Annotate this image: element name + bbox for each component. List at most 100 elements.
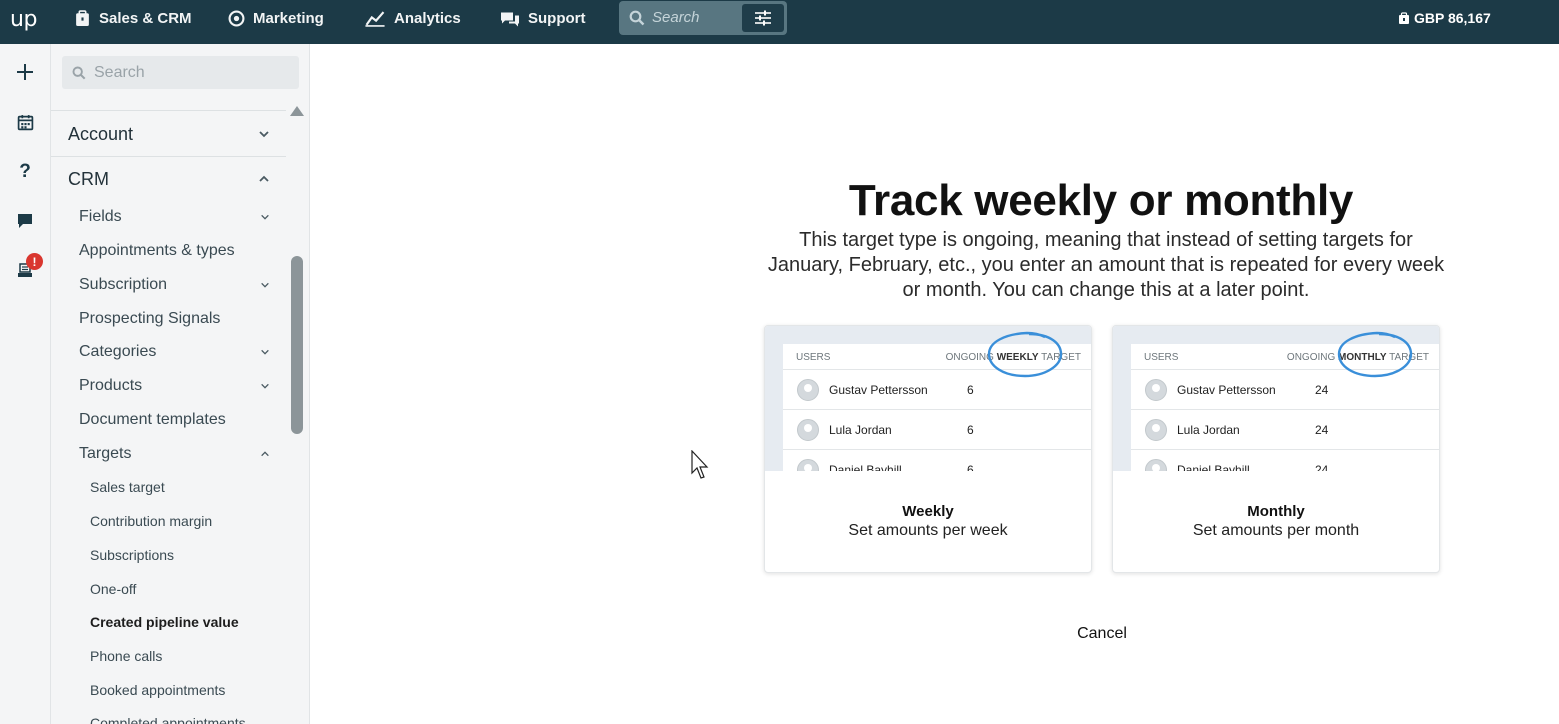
sidebar-item-document-templates[interactable]: Document templates <box>79 410 270 430</box>
target-icon <box>228 10 245 26</box>
card-subtitle: Set amounts per month <box>1192 522 1360 539</box>
target-value: 24 <box>1315 383 1329 397</box>
app-logo[interactable]: up <box>10 7 37 32</box>
table-row: Lula Jordan 6 <box>783 410 1091 450</box>
calendar-button[interactable] <box>13 110 37 134</box>
table-row: Lula Jordan 24 <box>1131 410 1439 450</box>
sidebar-item-completed-appointments[interactable]: Completed appointments <box>90 714 270 724</box>
line-chart-icon <box>365 10 385 27</box>
monthly-preview: USERS ONGOING MONTHLY TARGET Gustav Pett… <box>1113 326 1439 471</box>
sidebar-item-subscriptions[interactable]: Subscriptions <box>90 546 270 564</box>
sidebar-item-appointments-types[interactable]: Appointments & types <box>79 241 270 261</box>
avatar <box>1145 379 1167 401</box>
target-value: 6 <box>967 383 974 397</box>
sidebar-item-products[interactable]: Products <box>79 376 270 396</box>
sidebar-item-prospecting-signals[interactable]: Prospecting Signals <box>79 309 270 329</box>
create-new-button[interactable] <box>13 60 37 84</box>
sidebar-item-one-off[interactable]: One-off <box>90 580 270 598</box>
search-filter-button[interactable] <box>742 4 784 32</box>
help-button[interactable]: ? <box>13 160 37 184</box>
col-users: USERS <box>1144 352 1179 363</box>
sidebar-item-label: Sales target <box>90 479 165 495</box>
sidebar-item-crm[interactable]: CRM <box>68 168 270 190</box>
chevron-up-icon <box>261 451 269 457</box>
sidebar-item-phone-calls[interactable]: Phone calls <box>90 647 270 665</box>
sidebar-search[interactable] <box>62 56 299 89</box>
page-title: Track weekly or monthly <box>848 176 1354 225</box>
sidebar-item-label: Fields <box>79 208 122 225</box>
avatar <box>1145 459 1167 471</box>
account-balance-value: GBP 86,167 <box>1414 10 1491 26</box>
weekly-preview: USERS ONGOING WEEKLY TARGET Gustav Pette… <box>765 326 1091 471</box>
plus-icon <box>17 64 33 80</box>
table-row: Daniel Bayhill 6 <box>783 450 1091 471</box>
briefcase-icon <box>76 9 89 26</box>
chevron-down-icon <box>259 131 269 138</box>
alert-badge: ! <box>26 253 43 270</box>
nav-marketing[interactable]: Marketing <box>228 0 324 36</box>
chat-button[interactable] <box>13 209 37 233</box>
avatar <box>1145 419 1167 441</box>
sidebar-item-label: Booked appointments <box>90 682 226 698</box>
sidebar-item-subscription[interactable]: Subscription <box>79 275 270 295</box>
user-name: Daniel Bayhill <box>829 463 902 471</box>
sidebar-item-account[interactable]: Account <box>68 123 270 145</box>
monthly-option-card[interactable]: USERS ONGOING MONTHLY TARGET Gustav Pett… <box>1112 325 1440 573</box>
user-name: Lula Jordan <box>829 423 892 437</box>
card-title: Monthly <box>1247 503 1305 520</box>
nav-analytics-label: Analytics <box>394 9 461 27</box>
sidebar-item-created-pipeline-value[interactable]: Created pipeline value <box>90 613 270 631</box>
table-row: Daniel Bayhill 24 <box>1131 450 1439 471</box>
sidebar-item-label: Appointments & types <box>79 242 235 259</box>
weekly-option-card[interactable]: USERS ONGOING WEEKLY TARGET Gustav Pette… <box>764 325 1092 573</box>
wallet-icon <box>1399 11 1409 24</box>
nav-analytics[interactable]: Analytics <box>364 0 461 36</box>
search-icon <box>72 66 86 80</box>
chat-icon <box>18 214 32 228</box>
sidebar-item-sales-target[interactable]: Sales target <box>90 478 270 496</box>
user-name: Gustav Pettersson <box>829 383 928 397</box>
global-search[interactable]: Search <box>619 1 787 35</box>
sidebar-item-contribution-margin[interactable]: Contribution margin <box>90 512 270 530</box>
sidebar-item-label: Contribution margin <box>90 513 213 529</box>
sidebar-item-label: Prospecting Signals <box>79 310 221 327</box>
main-content: Track weekly or monthly This target type… <box>310 44 1559 724</box>
sidebar-item-fields[interactable]: Fields <box>79 207 270 227</box>
quick-actions-rail: ? ! <box>0 44 51 724</box>
sidebar-item-label: CRM <box>68 168 109 189</box>
sidebar-scrollbar-thumb[interactable] <box>291 256 303 434</box>
chevron-up-icon <box>259 175 269 182</box>
sliders-icon <box>755 10 771 26</box>
card-title: Weekly <box>902 503 954 520</box>
card-subtitle: Set amounts per week <box>848 522 1008 539</box>
sidebar-item-categories[interactable]: Categories <box>79 342 270 362</box>
help-icon: ? <box>19 161 31 182</box>
nav-sales-crm[interactable]: Sales & CRM <box>74 0 192 36</box>
col-users: USERS <box>796 352 831 363</box>
cancel-button[interactable]: Cancel <box>1052 625 1152 643</box>
highlight-circle <box>1337 331 1413 378</box>
sidebar-item-label: Completed appointments <box>90 715 246 724</box>
chat-bubbles-icon <box>501 12 519 26</box>
nav-marketing-label: Marketing <box>253 9 324 27</box>
sidebar-item-label: One-off <box>90 581 137 597</box>
target-value: 6 <box>967 463 974 471</box>
sidebar-item-label: Subscriptions <box>90 547 175 563</box>
avatar <box>797 459 819 471</box>
avatar <box>797 379 819 401</box>
sidebar-item-booked-appointments[interactable]: Booked appointments <box>90 681 270 699</box>
col-target-prefix: ONGOING <box>1286 352 1339 363</box>
nav-sales-crm-label: Sales & CRM <box>99 9 192 27</box>
sidebar-item-targets[interactable]: Targets <box>79 444 270 464</box>
settings-sidebar: Account CRM Fields Appointments & types … <box>51 44 310 724</box>
user-name: Daniel Bayhill <box>1177 463 1250 471</box>
highlight-circle <box>987 331 1063 378</box>
nav-support[interactable]: Support <box>500 0 586 36</box>
account-balance[interactable]: GBP 86,167 <box>1398 0 1491 36</box>
page-description: This target type is ongoing, meaning tha… <box>767 229 1445 301</box>
top-navigation-bar: up Sales & CRM Marketing Analytics Suppo… <box>0 0 1559 44</box>
sidebar-search-input[interactable] <box>94 56 294 89</box>
chevron-down-icon <box>261 282 269 288</box>
scroll-up-arrow[interactable] <box>290 106 304 116</box>
calendar-icon <box>17 114 33 130</box>
